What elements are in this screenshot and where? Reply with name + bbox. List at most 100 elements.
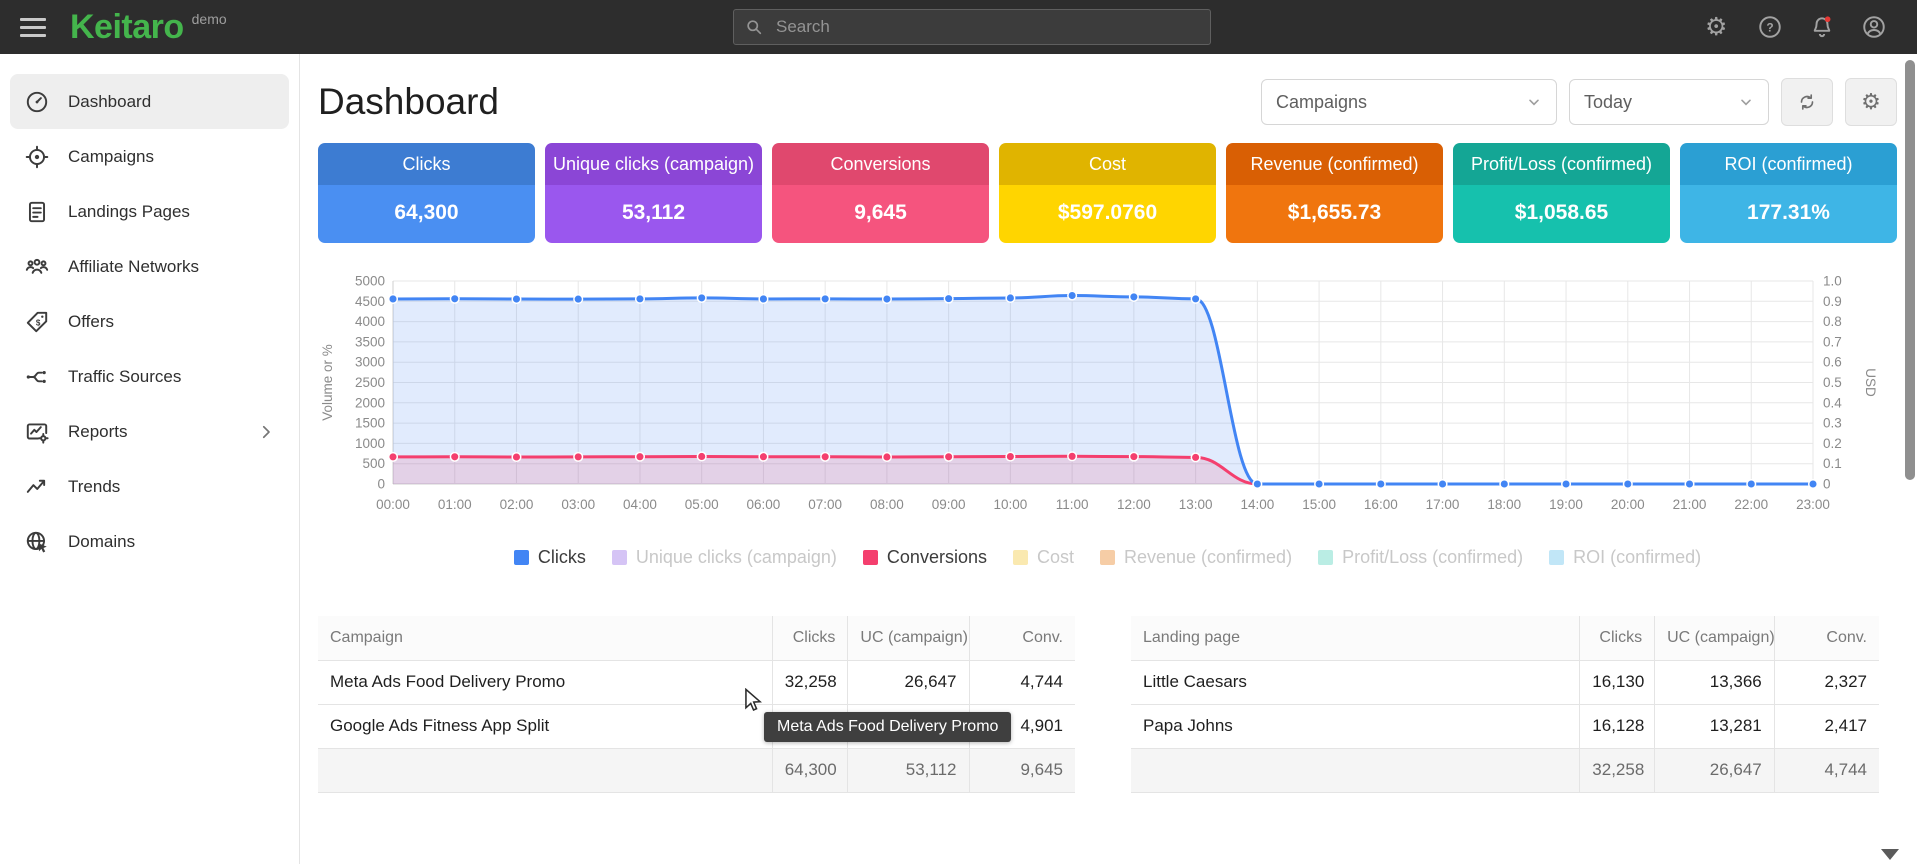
value-cell: 13,281 xyxy=(1655,704,1775,748)
data-point-clicks[interactable] xyxy=(389,295,398,304)
data-point-clicks[interactable] xyxy=(883,295,892,304)
notifications-bell-icon[interactable] xyxy=(1809,14,1835,40)
data-point-conversions[interactable] xyxy=(1006,452,1015,461)
sidebar-item-landings-pages[interactable]: Landings Pages xyxy=(10,184,289,239)
data-point-clicks[interactable] xyxy=(1130,293,1139,302)
column-header-landing-page[interactable]: Landing page xyxy=(1131,616,1580,660)
data-point-conversions[interactable] xyxy=(1191,453,1200,462)
data-point-clicks[interactable] xyxy=(1747,480,1756,489)
sidebar-item-trends[interactable]: Trends xyxy=(10,459,289,514)
column-header-clicks[interactable]: Clicks xyxy=(1580,616,1655,660)
data-point-clicks[interactable] xyxy=(1685,480,1694,489)
data-point-clicks[interactable] xyxy=(1006,294,1015,303)
data-point-clicks[interactable] xyxy=(1068,291,1077,300)
global-search[interactable] xyxy=(733,9,1211,45)
data-point-conversions[interactable] xyxy=(450,452,459,461)
hamburger-menu-icon[interactable] xyxy=(20,13,46,42)
stat-card-value: 9,645 xyxy=(772,185,989,243)
data-point-conversions[interactable] xyxy=(697,452,706,461)
dashboard-settings-button[interactable]: ⚙ xyxy=(1845,78,1897,126)
data-point-clicks[interactable] xyxy=(821,295,830,304)
stat-card-revenue-confirmed[interactable]: Revenue (confirmed)$1,655.73 xyxy=(1226,143,1443,243)
data-point-clicks[interactable] xyxy=(1315,480,1324,489)
column-header-uc-campaign[interactable]: UC (campaign) xyxy=(848,616,969,660)
data-point-clicks[interactable] xyxy=(574,295,583,304)
data-point-clicks[interactable] xyxy=(1191,295,1200,304)
sidebar-item-reports[interactable]: Reports xyxy=(10,404,289,459)
svg-text:?: ? xyxy=(1766,20,1773,34)
data-point-conversions[interactable] xyxy=(1068,452,1077,461)
data-point-conversions[interactable] xyxy=(574,453,583,462)
data-point-conversions[interactable] xyxy=(944,452,953,461)
topbar-actions: ⚙ ? xyxy=(1705,14,1887,40)
column-header-campaign[interactable]: Campaign xyxy=(318,616,772,660)
scrollbar-thumb[interactable] xyxy=(1905,60,1915,480)
stat-card-conversions[interactable]: Conversions9,645 xyxy=(772,143,989,243)
stat-card-unique-clicks-campaign[interactable]: Unique clicks (campaign)53,112 xyxy=(545,143,762,243)
keitaro-logo[interactable]: Keitaro xyxy=(70,8,184,47)
data-point-clicks[interactable] xyxy=(636,295,645,304)
data-point-clicks[interactable] xyxy=(1809,480,1818,489)
column-header-uc-campaign[interactable]: UC (campaign) xyxy=(1655,616,1775,660)
data-point-conversions[interactable] xyxy=(636,452,645,461)
date-range-select[interactable]: Today xyxy=(1569,79,1769,125)
svg-text:07:00: 07:00 xyxy=(808,497,842,512)
help-icon[interactable]: ? xyxy=(1757,14,1783,40)
data-point-conversions[interactable] xyxy=(1130,452,1139,461)
legend-item-unique-clicks-campaign[interactable]: Unique clicks (campaign) xyxy=(612,547,837,568)
sidebar-item-affiliate-networks[interactable]: Affiliate Networks xyxy=(10,239,289,294)
column-header-conv[interactable]: Conv. xyxy=(969,616,1075,660)
data-point-clicks[interactable] xyxy=(1377,480,1386,489)
grouping-select[interactable]: Campaigns xyxy=(1261,79,1557,125)
data-point-clicks[interactable] xyxy=(1438,480,1447,489)
svg-text:0.6: 0.6 xyxy=(1823,355,1842,370)
data-point-conversions[interactable] xyxy=(389,453,398,462)
data-point-clicks[interactable] xyxy=(697,294,706,303)
svg-text:16:00: 16:00 xyxy=(1364,497,1398,512)
sidebar-item-label: Trends xyxy=(68,477,120,497)
svg-text:0.8: 0.8 xyxy=(1823,314,1842,329)
value-cell: 26,647 xyxy=(848,660,969,704)
data-point-conversions[interactable] xyxy=(759,452,768,461)
sidebar-item-offers[interactable]: $Offers xyxy=(10,294,289,349)
data-point-clicks[interactable] xyxy=(759,295,768,304)
data-point-conversions[interactable] xyxy=(821,452,830,461)
table-row[interactable]: Meta Ads Food Delivery Promo32,25826,647… xyxy=(318,660,1075,704)
legend-item-cost[interactable]: Cost xyxy=(1013,547,1074,568)
data-point-clicks[interactable] xyxy=(1253,480,1262,489)
legend-item-revenue-confirmed[interactable]: Revenue (confirmed) xyxy=(1100,547,1292,568)
data-point-clicks[interactable] xyxy=(1500,480,1509,489)
data-point-clicks[interactable] xyxy=(450,294,459,303)
data-point-conversions[interactable] xyxy=(512,453,521,462)
data-point-conversions[interactable] xyxy=(883,453,892,462)
table-row[interactable]: Little Caesars16,13013,3662,327 xyxy=(1131,660,1879,704)
sidebar-item-traffic-sources[interactable]: Traffic Sources xyxy=(10,349,289,404)
data-point-clicks[interactable] xyxy=(1623,480,1632,489)
legend-swatch xyxy=(863,550,878,565)
sidebar-item-domains[interactable]: Domains xyxy=(10,514,289,569)
data-point-clicks[interactable] xyxy=(1562,480,1571,489)
sidebar-item-dashboard[interactable]: Dashboard xyxy=(10,74,289,129)
settings-gear-icon[interactable]: ⚙ xyxy=(1705,14,1731,40)
notification-dot xyxy=(1825,16,1831,22)
scroll-down-arrow[interactable] xyxy=(1881,849,1899,860)
stat-card-profit-loss-confirmed[interactable]: Profit/Loss (confirmed)$1,058.65 xyxy=(1453,143,1670,243)
data-point-clicks[interactable] xyxy=(512,295,521,304)
stat-card-roi-confirmed[interactable]: ROI (confirmed)177.31% xyxy=(1680,143,1897,243)
stat-card-clicks[interactable]: Clicks64,300 xyxy=(318,143,535,243)
legend-item-profit-loss-confirmed[interactable]: Profit/Loss (confirmed) xyxy=(1318,547,1523,568)
search-input[interactable] xyxy=(774,16,1200,38)
sidebar-item-campaigns[interactable]: Campaigns xyxy=(10,129,289,184)
legend-item-conversions[interactable]: Conversions xyxy=(863,547,987,568)
data-point-clicks[interactable] xyxy=(944,294,953,303)
table-row[interactable]: Papa Johns16,12813,2812,417 xyxy=(1131,704,1879,748)
refresh-button[interactable] xyxy=(1781,78,1833,126)
legend-item-roi-confirmed[interactable]: ROI (confirmed) xyxy=(1549,547,1701,568)
stat-card-cost[interactable]: Cost$597.0760 xyxy=(999,143,1216,243)
column-header-clicks[interactable]: Clicks xyxy=(772,616,848,660)
chevron-right-icon xyxy=(257,423,275,441)
column-header-conv[interactable]: Conv. xyxy=(1774,616,1879,660)
chart-canvas[interactable]: 5000450040003500300025002000150010005000… xyxy=(318,263,1878,521)
account-icon[interactable] xyxy=(1861,14,1887,40)
legend-item-clicks[interactable]: Clicks xyxy=(514,547,586,568)
